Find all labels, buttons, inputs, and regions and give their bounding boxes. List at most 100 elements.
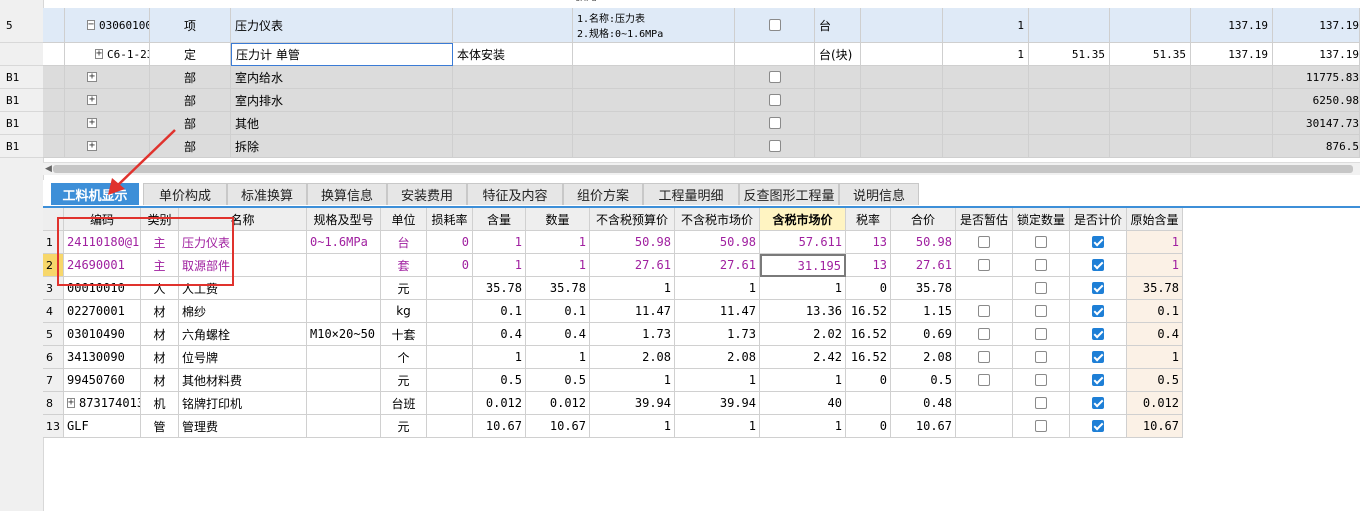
row-checkbox[interactable] <box>768 117 781 129</box>
price2-cell <box>1110 112 1191 135</box>
header-qty[interactable]: 数量 <box>526 208 590 231</box>
unit-cell <box>815 135 861 158</box>
lock-checkbox[interactable] <box>1035 236 1047 248</box>
est-checkbox[interactable] <box>978 305 990 317</box>
price-checkbox[interactable] <box>1092 351 1104 363</box>
name-cell: 拆除 <box>231 135 453 158</box>
cell-content: 0.1 <box>473 300 526 323</box>
price-checkbox[interactable] <box>1092 397 1104 409</box>
horizontal-scrollbar[interactable]: ◀ <box>43 162 1360 175</box>
expander-icon[interactable]: − <box>87 20 96 30</box>
header-lock[interactable]: 锁定数量 <box>1013 208 1070 231</box>
price-checkbox[interactable] <box>1092 259 1104 271</box>
header-mp[interactable]: 不含税市场价 <box>675 208 760 231</box>
tab-10[interactable]: 说明信息 <box>839 183 919 205</box>
tab-3[interactable]: 标准换算 <box>227 183 307 205</box>
header-spec[interactable]: 规格及型号 <box>307 208 381 231</box>
tab-1[interactable]: 工料机显示 <box>51 183 139 205</box>
cell-name: 棉纱 <box>179 300 307 323</box>
orig-text: 1 <box>1171 350 1179 364</box>
top-row[interactable]: + 部其他 30147.73 <box>43 112 1360 135</box>
price-checkbox[interactable] <box>1092 374 1104 386</box>
tab-8[interactable]: 工程量明细 <box>643 183 739 205</box>
lock-checkbox[interactable] <box>1035 259 1047 271</box>
header-orig[interactable]: 原始含量 <box>1127 208 1183 231</box>
tab-2[interactable]: 单价构成 <box>143 183 227 205</box>
header-tmp[interactable]: 含税市场价 <box>760 208 846 231</box>
resource-row[interactable]: 6 34130090 材 位号牌 个 1 1 2.08 2.08 2.42 16.52 2.08 1 <box>43 346 1183 369</box>
top-row[interactable]: + 部室内排水 6250.98 <box>43 89 1360 112</box>
content-text: 0.1 <box>500 304 522 318</box>
tab-6[interactable]: 特征及内容 <box>467 183 563 205</box>
cell-name: 管理费 <box>179 415 307 438</box>
row-checkbox[interactable] <box>768 140 781 152</box>
lock-checkbox[interactable] <box>1035 420 1047 432</box>
desc-cell <box>573 66 735 89</box>
resource-row[interactable]: 5 03010490 材 六角螺栓 M10×20~50 十套 0.4 0.4 1.73 1.73 2… <box>43 323 1183 346</box>
est-checkbox[interactable] <box>978 374 990 386</box>
loss-text: 0 <box>461 235 469 249</box>
price-checkbox[interactable] <box>1092 328 1104 340</box>
price-checkbox[interactable] <box>1092 420 1104 432</box>
cat-text: 材 <box>153 350 166 365</box>
price-checkbox[interactable] <box>1092 305 1104 317</box>
orig-text: 35.78 <box>1142 281 1179 295</box>
unit-cell <box>815 66 861 89</box>
code-text: 873174013 <box>79 396 141 410</box>
expander-icon[interactable]: + <box>95 49 104 59</box>
est-checkbox[interactable] <box>978 236 990 248</box>
resource-row[interactable]: 4 02270001 材 棉纱 kg 0.1 0.1 11.47 11.47 13.36 16.52… <box>43 300 1183 323</box>
price-checkbox[interactable] <box>1092 236 1104 248</box>
cell-spec <box>307 300 381 323</box>
est-checkbox[interactable] <box>978 259 990 271</box>
expander-icon[interactable]: + <box>67 398 76 408</box>
code-cell: + C6-1-23 <box>65 43 150 66</box>
cell-cat: 材 <box>141 300 179 323</box>
row-checkbox[interactable] <box>768 19 781 31</box>
lock-checkbox[interactable] <box>1035 328 1047 340</box>
row-checkbox[interactable] <box>768 94 781 106</box>
cell-spec <box>307 254 381 277</box>
expander-icon[interactable]: + <box>87 72 97 82</box>
total-cell: 137.19 <box>1191 8 1273 43</box>
code-text: 99450760 <box>67 373 125 387</box>
lock-checkbox[interactable] <box>1035 397 1047 409</box>
tab-7[interactable]: 组价方案 <box>563 183 643 205</box>
top-row-number: B1 <box>0 66 43 89</box>
resource-row[interactable]: 13 GLF 管 管理费 元 10.67 10.67 1 1 1 0 10.67 10.67 <box>43 415 1183 438</box>
price-checkbox[interactable] <box>1092 282 1104 294</box>
header-sum[interactable]: 合价 <box>891 208 956 231</box>
header-loss[interactable]: 损耗率 <box>427 208 473 231</box>
cell-unit: 十套 <box>381 323 427 346</box>
lock-checkbox[interactable] <box>1035 351 1047 363</box>
cell-qty: 0.012 <box>526 392 590 415</box>
header-est[interactable]: 是否暂估 <box>956 208 1013 231</box>
resource-row[interactable]: 8 +873174013 机 铭牌打印机 台班 0.012 0.012 39.94 39.94 4… <box>43 392 1183 415</box>
est-checkbox[interactable] <box>978 351 990 363</box>
top-row[interactable]: −030601002001项压力仪表 1.名称:压力表 2.规格:0~1.6MPa 台… <box>43 8 1360 43</box>
lock-checkbox[interactable] <box>1035 305 1047 317</box>
header-bp[interactable]: 不含税预算价 <box>590 208 675 231</box>
top-row-number: B1 <box>0 89 43 112</box>
expander-icon[interactable]: + <box>87 95 97 105</box>
header-content[interactable]: 含量 <box>473 208 526 231</box>
expander-icon[interactable]: + <box>87 141 97 151</box>
scroll-left-arrow-icon[interactable]: ◀ <box>45 164 52 174</box>
tab-9[interactable]: 反查图形工程量 <box>739 183 839 205</box>
lock-checkbox[interactable] <box>1035 282 1047 294</box>
resource-row[interactable]: 7 99450760 材 其他材料费 元 0.5 0.5 1 1 1 0 0.5 0.5 <box>43 369 1183 392</box>
tab-5[interactable]: 安装费用 <box>387 183 467 205</box>
expander-icon[interactable]: + <box>87 118 97 128</box>
row-checkbox[interactable] <box>768 71 781 83</box>
cell-name: 六角螺栓 <box>179 323 307 346</box>
scrollbar-thumb[interactable] <box>53 165 1353 173</box>
top-row[interactable]: + 部室内给水 11775.83 <box>43 66 1360 89</box>
est-checkbox[interactable] <box>978 328 990 340</box>
tab-4[interactable]: 换算信息 <box>307 183 387 205</box>
top-row[interactable]: + 部拆除 876.5 <box>43 135 1360 158</box>
header-price[interactable]: 是否计价 <box>1070 208 1127 231</box>
lock-checkbox[interactable] <box>1035 374 1047 386</box>
header-unit[interactable]: 单位 <box>381 208 427 231</box>
header-tax[interactable]: 税率 <box>846 208 891 231</box>
top-row[interactable]: + C6-1-23 定压力计 单管 本体安装 台(块) 1 51.35 51.35 137.19… <box>43 43 1360 66</box>
